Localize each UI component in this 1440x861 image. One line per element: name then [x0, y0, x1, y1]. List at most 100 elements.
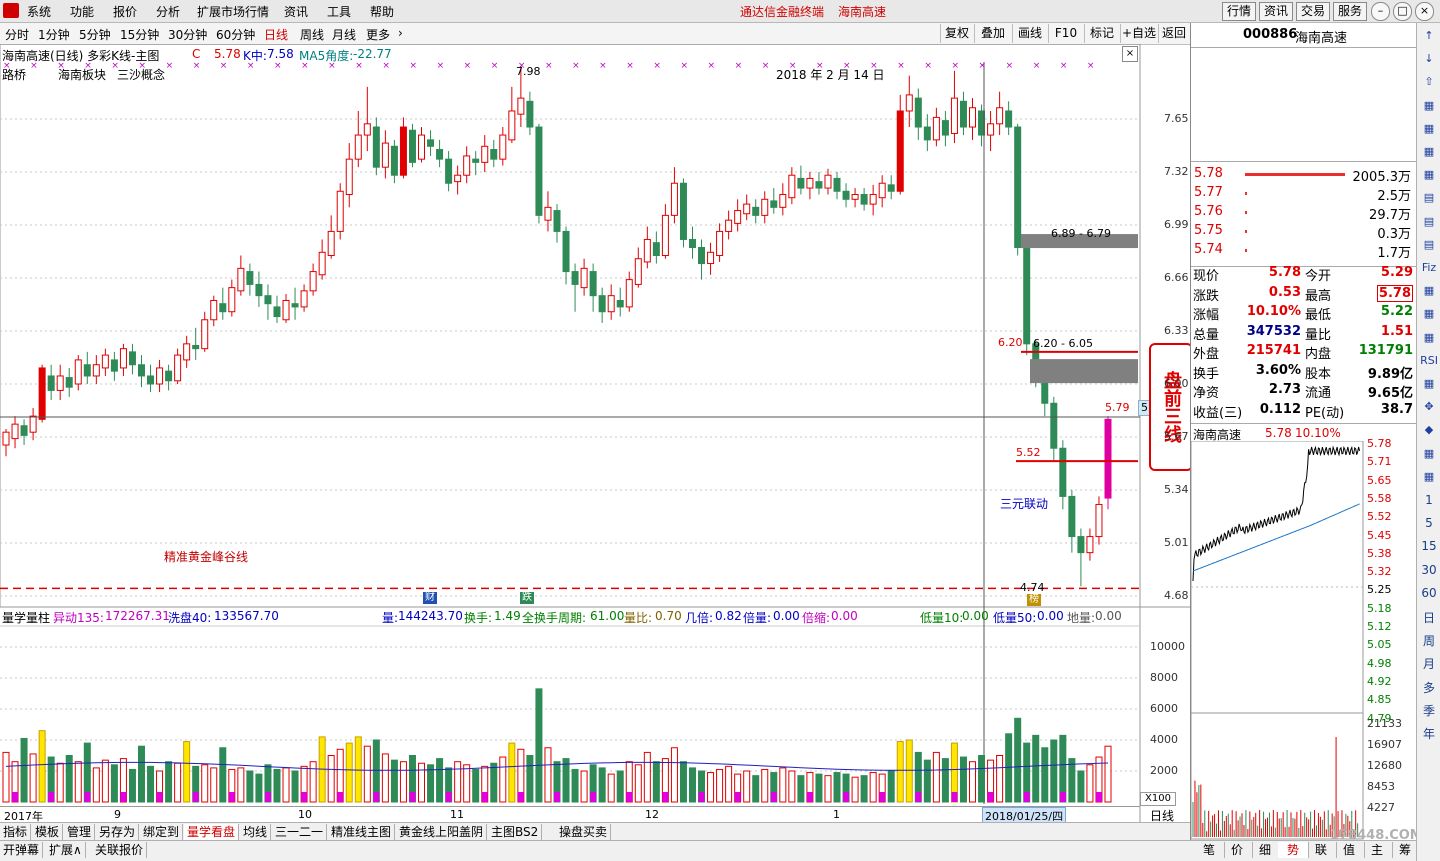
period-5-icon[interactable]: 5 — [1420, 516, 1438, 530]
kline-chart[interactable]: × × × × × × × × × × × × × × × × × × × × × × × × × × × × × × × × × × × × × × × ×… — [0, 44, 1190, 822]
indicator-tab[interactable]: 另存为 — [96, 824, 140, 840]
quote-button[interactable]: 行情 — [1222, 2, 1257, 21]
close-icon[interactable]: × — [1415, 2, 1434, 21]
down-arrow-icon[interactable]: ↓ — [1420, 52, 1438, 65]
menu-item-extended-market[interactable]: 扩展市场行情 — [197, 3, 269, 20]
volume-bar — [11, 761, 19, 803]
menu-item-news[interactable]: 资讯 — [284, 3, 308, 20]
volume-bar — [752, 775, 760, 803]
close-icon[interactable]: × — [1122, 46, 1138, 62]
drop-marker[interactable]: 跌 — [520, 592, 534, 604]
menu-item-help[interactable]: 帮助 — [370, 3, 394, 20]
concept-tag[interactable]: 海南板块 — [58, 66, 106, 83]
mark-button[interactable]: 标记 — [1084, 24, 1119, 43]
period-15-icon[interactable]: 15 — [1420, 539, 1438, 553]
concept-tag[interactable]: 路桥 — [2, 66, 26, 83]
quote-panel-tab[interactable]: 价 — [1222, 842, 1253, 858]
bottom-tab[interactable]: 关联报价 — [92, 842, 148, 858]
grid-icon[interactable]: ▦ — [1420, 284, 1438, 297]
volume-bar — [860, 775, 868, 803]
quote-panel-tab[interactable]: 细 — [1250, 842, 1281, 858]
period-30-icon[interactable]: 30 — [1420, 563, 1438, 577]
quote-panel-tab[interactable]: 主 — [1362, 842, 1393, 858]
grid-icon[interactable]: ▦ — [1420, 168, 1438, 181]
period-tick[interactable]: 分时 — [5, 26, 29, 43]
list-icon[interactable]: ▤ — [1420, 191, 1438, 204]
grid-icon[interactable]: ▦ — [1420, 470, 1438, 483]
period-1min[interactable]: 1分钟 — [38, 26, 70, 43]
season-icon[interactable]: 季 — [1420, 702, 1438, 719]
concept-tag[interactable]: 三沙概念 — [117, 66, 165, 83]
bottom-tab[interactable]: 开弹幕 — [0, 842, 44, 858]
period-weekly[interactable]: 周线 — [300, 26, 324, 43]
month-icon[interactable]: 月 — [1420, 655, 1438, 672]
quote-panel-tab[interactable]: 联 — [1306, 842, 1337, 858]
overlay-button[interactable]: 叠加 — [974, 24, 1011, 43]
period-daily[interactable]: 日线 — [264, 26, 288, 43]
quote-panel-tab[interactable]: 势 — [1278, 842, 1309, 858]
period-monthly[interactable]: 月线 — [332, 26, 356, 43]
quote-panel-tab[interactable]: 笔 — [1194, 842, 1225, 858]
move-icon[interactable]: ✥ — [1420, 400, 1438, 413]
indicator-tab[interactable]: 精准线主图 — [328, 824, 396, 840]
rsi-icon[interactable]: RSI — [1420, 354, 1438, 367]
day-icon[interactable]: 日 — [1420, 609, 1438, 626]
candle — [499, 127, 507, 166]
period-60-icon[interactable]: 60 — [1420, 586, 1438, 600]
rank-marker[interactable]: 榜 — [1027, 594, 1041, 606]
grid-icon[interactable]: ▦ — [1420, 99, 1438, 112]
back-button[interactable]: 返回 — [1158, 24, 1189, 43]
indicator-tab[interactable]: 绑定到 — [140, 824, 184, 840]
indicator-tab[interactable]: 指标 — [0, 824, 32, 840]
bottom-tab[interactable]: 扩展∧ — [46, 842, 86, 858]
indicator-tab[interactable]: 主图BS2 — [488, 824, 543, 840]
draw-line-button[interactable]: 画线 — [1012, 24, 1047, 43]
quote-panel-tab[interactable]: 值 — [1334, 842, 1365, 858]
menu-item-analysis[interactable]: 分析 — [156, 3, 180, 20]
period-30min[interactable]: 30分钟 — [168, 26, 207, 43]
add-watchlist-button[interactable]: +自选 — [1120, 24, 1157, 43]
news-button[interactable]: 资讯 — [1259, 2, 1294, 21]
grid-icon[interactable]: ▦ — [1420, 145, 1438, 158]
indicator-tab[interactable]: 量学看盘 — [184, 824, 240, 840]
period-5min[interactable]: 5分钟 — [79, 26, 111, 43]
grid-icon[interactable]: ▦ — [1420, 447, 1438, 460]
maximize-icon[interactable]: □ — [1393, 2, 1412, 21]
fuquan-button[interactable]: 复权 — [940, 24, 973, 43]
indicator-tab[interactable]: 操盘买卖 — [556, 824, 612, 840]
menu-item-quote[interactable]: 报价 — [113, 3, 137, 20]
indicator-tab[interactable]: 均线 — [240, 824, 272, 840]
year-icon[interactable]: 年 — [1420, 725, 1438, 742]
finance-marker[interactable]: 财 — [423, 592, 437, 604]
menu-item-function[interactable]: 功能 — [70, 3, 94, 20]
period-15min[interactable]: 15分钟 — [120, 26, 159, 43]
page-up-icon[interactable]: ⇧ — [1420, 75, 1438, 88]
f10-button[interactable]: F10 — [1048, 24, 1083, 43]
period-60min[interactable]: 60分钟 — [216, 26, 255, 43]
grid-icon[interactable]: ▦ — [1420, 377, 1438, 390]
trade-button[interactable]: 交易 — [1296, 2, 1331, 21]
list-icon[interactable]: ▤ — [1420, 215, 1438, 228]
diamond-icon[interactable]: ◆ — [1420, 423, 1438, 436]
grid-icon[interactable]: ▦ — [1420, 331, 1438, 344]
service-button[interactable]: 服务 — [1333, 2, 1368, 21]
week-icon[interactable]: 周 — [1420, 632, 1438, 649]
period-1-icon[interactable]: 1 — [1420, 493, 1438, 507]
minimize-icon[interactable]: – — [1371, 2, 1390, 21]
indicator-tab[interactable]: 管理 — [64, 824, 96, 840]
grid-icon[interactable]: ▦ — [1420, 307, 1438, 320]
up-arrow-icon[interactable]: ↑ — [1420, 29, 1438, 42]
list-icon[interactable]: ▤ — [1420, 238, 1438, 251]
grid-icon[interactable]: ▦ — [1420, 122, 1438, 135]
fiz-icon[interactable]: Fiz — [1420, 261, 1438, 274]
chevron-right-icon[interactable]: › — [398, 26, 403, 40]
menu-item-tools[interactable]: 工具 — [327, 3, 351, 20]
period-more[interactable]: 更多 — [366, 26, 390, 43]
multi-icon[interactable]: 多 — [1420, 679, 1438, 696]
pre-market-line-box[interactable]: 盘前三线 — [1149, 343, 1193, 471]
menu-item-system[interactable]: 系统 — [27, 3, 51, 20]
jibei-value: 0.82 — [715, 609, 742, 623]
indicator-tab[interactable]: 黄金线上阳盖阴 — [396, 824, 488, 840]
indicator-tab[interactable]: 模板 — [32, 824, 64, 840]
indicator-tab[interactable]: 三一二一 — [272, 824, 328, 840]
